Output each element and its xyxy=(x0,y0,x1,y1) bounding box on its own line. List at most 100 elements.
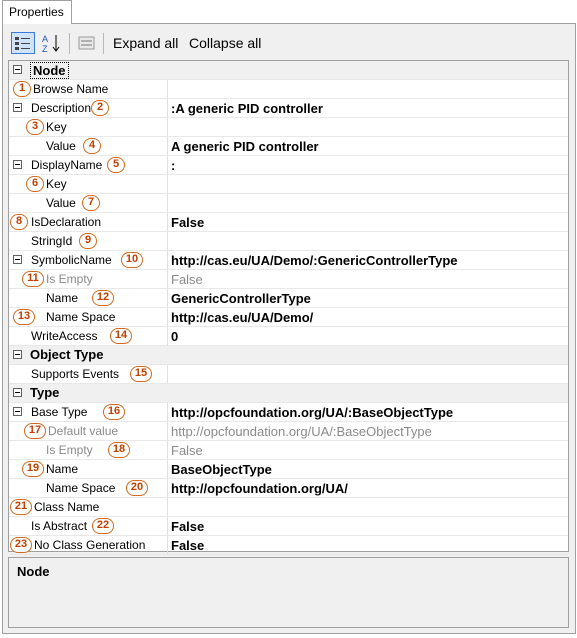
property-name: Is Empty xyxy=(46,443,93,457)
property-label-cell[interactable]: Object Type xyxy=(9,346,167,365)
property-label-cell[interactable]: Key 3 xyxy=(9,118,167,137)
property-value[interactable]: BaseObjectType xyxy=(167,460,568,479)
property-value[interactable] xyxy=(167,232,568,251)
property-label-cell[interactable]: Supports Events 15 xyxy=(9,365,167,384)
property-row[interactable]: Name Space 13 http://cas.eu/UA/Demo/ xyxy=(9,308,568,327)
expand-all-button[interactable]: Expand all xyxy=(113,35,178,51)
property-label-cell[interactable]: Name Space 20 xyxy=(9,479,167,498)
property-label-cell[interactable]: No Class Generation 23 xyxy=(9,536,167,555)
collapse-icon[interactable] xyxy=(13,255,22,264)
collapse-icon[interactable] xyxy=(13,388,22,397)
property-row[interactable]: Base Type 16 http://opcfoundation.org/UA/:… xyxy=(9,403,568,422)
property-label-cell[interactable]: DisplayName 5 xyxy=(9,156,167,175)
property-value[interactable]: :A generic PID controller xyxy=(167,99,568,118)
property-label-cell[interactable]: Is Empty 18 xyxy=(9,441,167,460)
property-value[interactable] xyxy=(167,384,568,403)
category-row[interactable]: Type xyxy=(9,384,568,403)
property-row[interactable]: Default value 17 http://opcfoundation.org/… xyxy=(9,422,568,441)
property-value[interactable]: http://opcfoundation.org/UA/ xyxy=(167,479,568,498)
property-label-cell[interactable]: Value 4 xyxy=(9,137,167,156)
property-value[interactable]: False xyxy=(167,213,568,232)
callout-badge: 20 xyxy=(126,480,148,496)
property-label-cell[interactable]: Key 6 xyxy=(9,175,167,194)
property-value[interactable]: False xyxy=(167,517,568,536)
property-value[interactable] xyxy=(167,80,568,99)
property-label-cell[interactable]: Is Empty 11 xyxy=(9,270,167,289)
property-row[interactable]: SymbolicName 10 http://cas.eu/UA/Demo/:Gen… xyxy=(9,251,568,270)
property-row[interactable]: No Class Generation 23 False xyxy=(9,536,568,555)
property-label-cell[interactable]: StringId 9 xyxy=(9,232,167,251)
property-value[interactable]: : xyxy=(167,156,568,175)
property-label-cell[interactable]: Is Abstract 22 xyxy=(9,517,167,536)
property-row[interactable]: Is Abstract 22 False xyxy=(9,517,568,536)
property-label-cell[interactable]: IsDeclaration 8 xyxy=(9,213,167,232)
property-value[interactable] xyxy=(167,61,568,80)
property-pages-button[interactable] xyxy=(76,32,98,54)
property-row[interactable]: Class Name 21 xyxy=(9,498,568,517)
collapse-icon[interactable] xyxy=(13,103,22,112)
property-label-cell[interactable]: Class Name 21 xyxy=(9,498,167,517)
collapse-icon[interactable] xyxy=(13,65,22,74)
property-label-cell[interactable]: Name Space 13 xyxy=(9,308,167,327)
property-row[interactable]: WriteAccess 14 0 xyxy=(9,327,568,346)
property-label-cell[interactable]: Default value 17 xyxy=(9,422,167,441)
property-name: Name xyxy=(46,462,79,476)
property-row[interactable]: Is Empty 11 False xyxy=(9,270,568,289)
property-value[interactable]: False xyxy=(167,270,568,289)
tab-properties[interactable]: Properties xyxy=(2,0,72,24)
property-value[interactable]: http://opcfoundation.org/UA/:BaseObjectT… xyxy=(167,422,568,441)
property-label-cell[interactable]: Node xyxy=(9,61,167,80)
property-value[interactable]: False xyxy=(167,441,568,460)
property-name: Key xyxy=(46,177,67,191)
collapse-icon[interactable] xyxy=(13,407,22,416)
categorized-button[interactable] xyxy=(11,32,35,54)
property-row[interactable]: StringId 9 xyxy=(9,232,568,251)
property-label-cell[interactable]: WriteAccess 14 xyxy=(9,327,167,346)
property-row[interactable]: Value 4 A generic PID controller xyxy=(9,137,568,156)
property-label-cell[interactable]: Base Type 16 xyxy=(9,403,167,422)
property-name: Is Empty xyxy=(46,272,93,286)
category-row[interactable]: Object Type xyxy=(9,346,568,365)
property-row[interactable]: Supports Events 15 xyxy=(9,365,568,384)
property-row[interactable]: Name 19 BaseObjectType xyxy=(9,460,568,479)
property-name: Description xyxy=(31,101,92,115)
property-label-cell[interactable]: Description 2 xyxy=(9,99,167,118)
property-value[interactable] xyxy=(167,365,568,384)
property-row[interactable]: Key 6 xyxy=(9,175,568,194)
alphabetical-button[interactable]: A Z xyxy=(40,32,64,54)
property-row[interactable]: IsDeclaration 8 False xyxy=(9,213,568,232)
property-value[interactable]: GenericControllerType xyxy=(167,289,568,308)
property-label-cell[interactable]: Name 12 xyxy=(9,289,167,308)
property-row[interactable]: Is Empty 18 False xyxy=(9,441,568,460)
property-row[interactable]: Value 7 xyxy=(9,194,568,213)
property-label-cell[interactable]: Name 19 xyxy=(9,460,167,479)
collapse-all-button[interactable]: Collapse all xyxy=(189,35,261,51)
callout-badge: 10 xyxy=(121,252,143,268)
property-row[interactable]: Name Space 20 http://opcfoundation.org/UA/ xyxy=(9,479,568,498)
property-value[interactable] xyxy=(167,118,568,137)
property-value[interactable]: A generic PID controller xyxy=(167,137,568,156)
property-label-cell[interactable]: Browse Name 1 xyxy=(9,80,167,99)
property-value[interactable]: 0 xyxy=(167,327,568,346)
property-label-cell[interactable]: Type xyxy=(9,384,167,403)
property-value[interactable] xyxy=(167,346,568,365)
property-row[interactable]: Key 3 xyxy=(9,118,568,137)
property-row[interactable]: Name 12 GenericControllerType xyxy=(9,289,568,308)
collapse-icon[interactable] xyxy=(13,350,22,359)
property-label-cell[interactable]: Value 7 xyxy=(9,194,167,213)
callout-badge: 7 xyxy=(82,195,100,211)
property-row[interactable]: Browse Name 1 xyxy=(9,80,568,99)
property-row[interactable]: DisplayName 5: xyxy=(9,156,568,175)
property-value[interactable]: http://cas.eu/UA/Demo/:GenericController… xyxy=(167,251,568,270)
property-value[interactable] xyxy=(167,498,568,517)
category-row[interactable]: Node xyxy=(9,61,568,80)
property-value[interactable]: http://opcfoundation.org/UA/:BaseObjectT… xyxy=(167,403,568,422)
property-value[interactable] xyxy=(167,194,568,213)
property-value[interactable] xyxy=(167,175,568,194)
property-value[interactable]: False xyxy=(167,536,568,555)
callout-badge: 16 xyxy=(103,404,125,420)
property-label-cell[interactable]: SymbolicName 10 xyxy=(9,251,167,270)
property-row[interactable]: Description 2:A generic PID controller xyxy=(9,99,568,118)
collapse-icon[interactable] xyxy=(13,160,22,169)
property-value[interactable]: http://cas.eu/UA/Demo/ xyxy=(167,308,568,327)
